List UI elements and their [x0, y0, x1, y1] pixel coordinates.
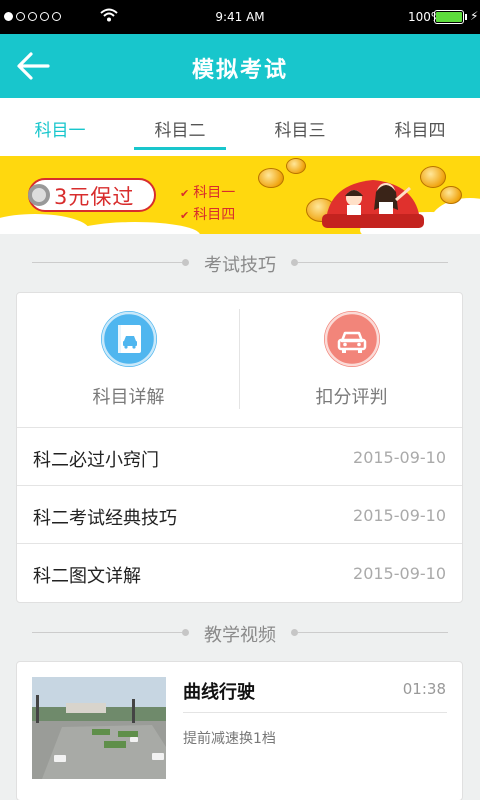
- video-card[interactable]: 曲线行驶 01:38 提前减速换1档: [16, 661, 463, 800]
- divider-line: [298, 262, 448, 263]
- list-item-date: 2015-09-10: [353, 506, 446, 525]
- section-title: 考试技巧: [204, 255, 276, 276]
- promo-item: ✔ 科目一: [180, 185, 236, 201]
- feature-label: 科目详解: [92, 387, 165, 408]
- check-icon: ✔: [180, 209, 190, 222]
- tab-underline: [134, 147, 226, 150]
- subject-details-button[interactable]: 科目详解: [17, 293, 240, 427]
- steering-wheel-icon: [28, 184, 50, 206]
- penalty-judgement-button[interactable]: 扣分评判: [240, 293, 463, 427]
- battery-tip: [465, 14, 467, 20]
- list-item-title: 科二必过小窍门: [33, 450, 159, 471]
- list-item-title: 科二考试经典技巧: [33, 508, 177, 529]
- cloud-decor: [430, 198, 480, 234]
- coin-icon: [440, 186, 462, 204]
- video-title: 曲线行驶: [183, 682, 255, 703]
- subject-tabs: 科目一 科目二 科目三 科目四: [0, 98, 480, 156]
- divider-line: [298, 632, 448, 633]
- list-item-date: 2015-09-10: [353, 564, 446, 583]
- list-item-date: 2015-09-10: [353, 448, 446, 467]
- tab-subject-4[interactable]: 科目四: [360, 116, 480, 141]
- status-bar: 9:41 AM 100% ⚡: [0, 0, 480, 34]
- list-item[interactable]: 科二必过小窍门 2015-09-10: [17, 427, 462, 485]
- video-description: 提前减速换1档: [183, 731, 276, 747]
- divider-dot: [291, 629, 298, 636]
- tips-card: 科目详解 扣分评判 科二必过小窍门 2015-09-10 科二考试经典技巧 20…: [16, 292, 463, 603]
- promo-text: 3元保过: [54, 185, 135, 209]
- promo-item: ✔ 科目四: [180, 207, 236, 223]
- book-car-icon: [101, 311, 157, 367]
- list-item[interactable]: 科二考试经典技巧 2015-09-10: [17, 485, 462, 543]
- divider-dot: [291, 259, 298, 266]
- tab-subject-1[interactable]: 科目一: [0, 116, 120, 141]
- list-item-title: 科二图文详解: [33, 566, 141, 587]
- coin-icon: [286, 158, 306, 174]
- car-illustration-icon: [322, 180, 424, 228]
- check-icon: ✔: [180, 187, 190, 200]
- section-title: 教学视频: [204, 625, 276, 646]
- tab-subject-2[interactable]: 科目二: [120, 116, 240, 141]
- divider-line: [183, 712, 447, 713]
- section-header-tips: 考试技巧: [32, 251, 448, 276]
- promo-banner[interactable]: 3元保过 ✔ 科目一 ✔ 科目四: [0, 156, 480, 234]
- tab-subject-3[interactable]: 科目三: [240, 116, 360, 141]
- page-title: 模拟考试: [191, 58, 288, 83]
- video-thumbnail[interactable]: [32, 677, 166, 779]
- list-item[interactable]: 科二图文详解 2015-09-10: [17, 543, 462, 601]
- section-header-video: 教学视频: [32, 621, 448, 646]
- car-icon: [324, 311, 380, 367]
- video-duration: 01:38: [402, 680, 446, 698]
- charging-bolt-icon: ⚡: [470, 9, 479, 23]
- battery-icon: [434, 10, 464, 24]
- coin-icon: [258, 168, 284, 188]
- nav-bar: 模拟考试: [0, 34, 480, 98]
- feature-label: 扣分评判: [315, 387, 388, 408]
